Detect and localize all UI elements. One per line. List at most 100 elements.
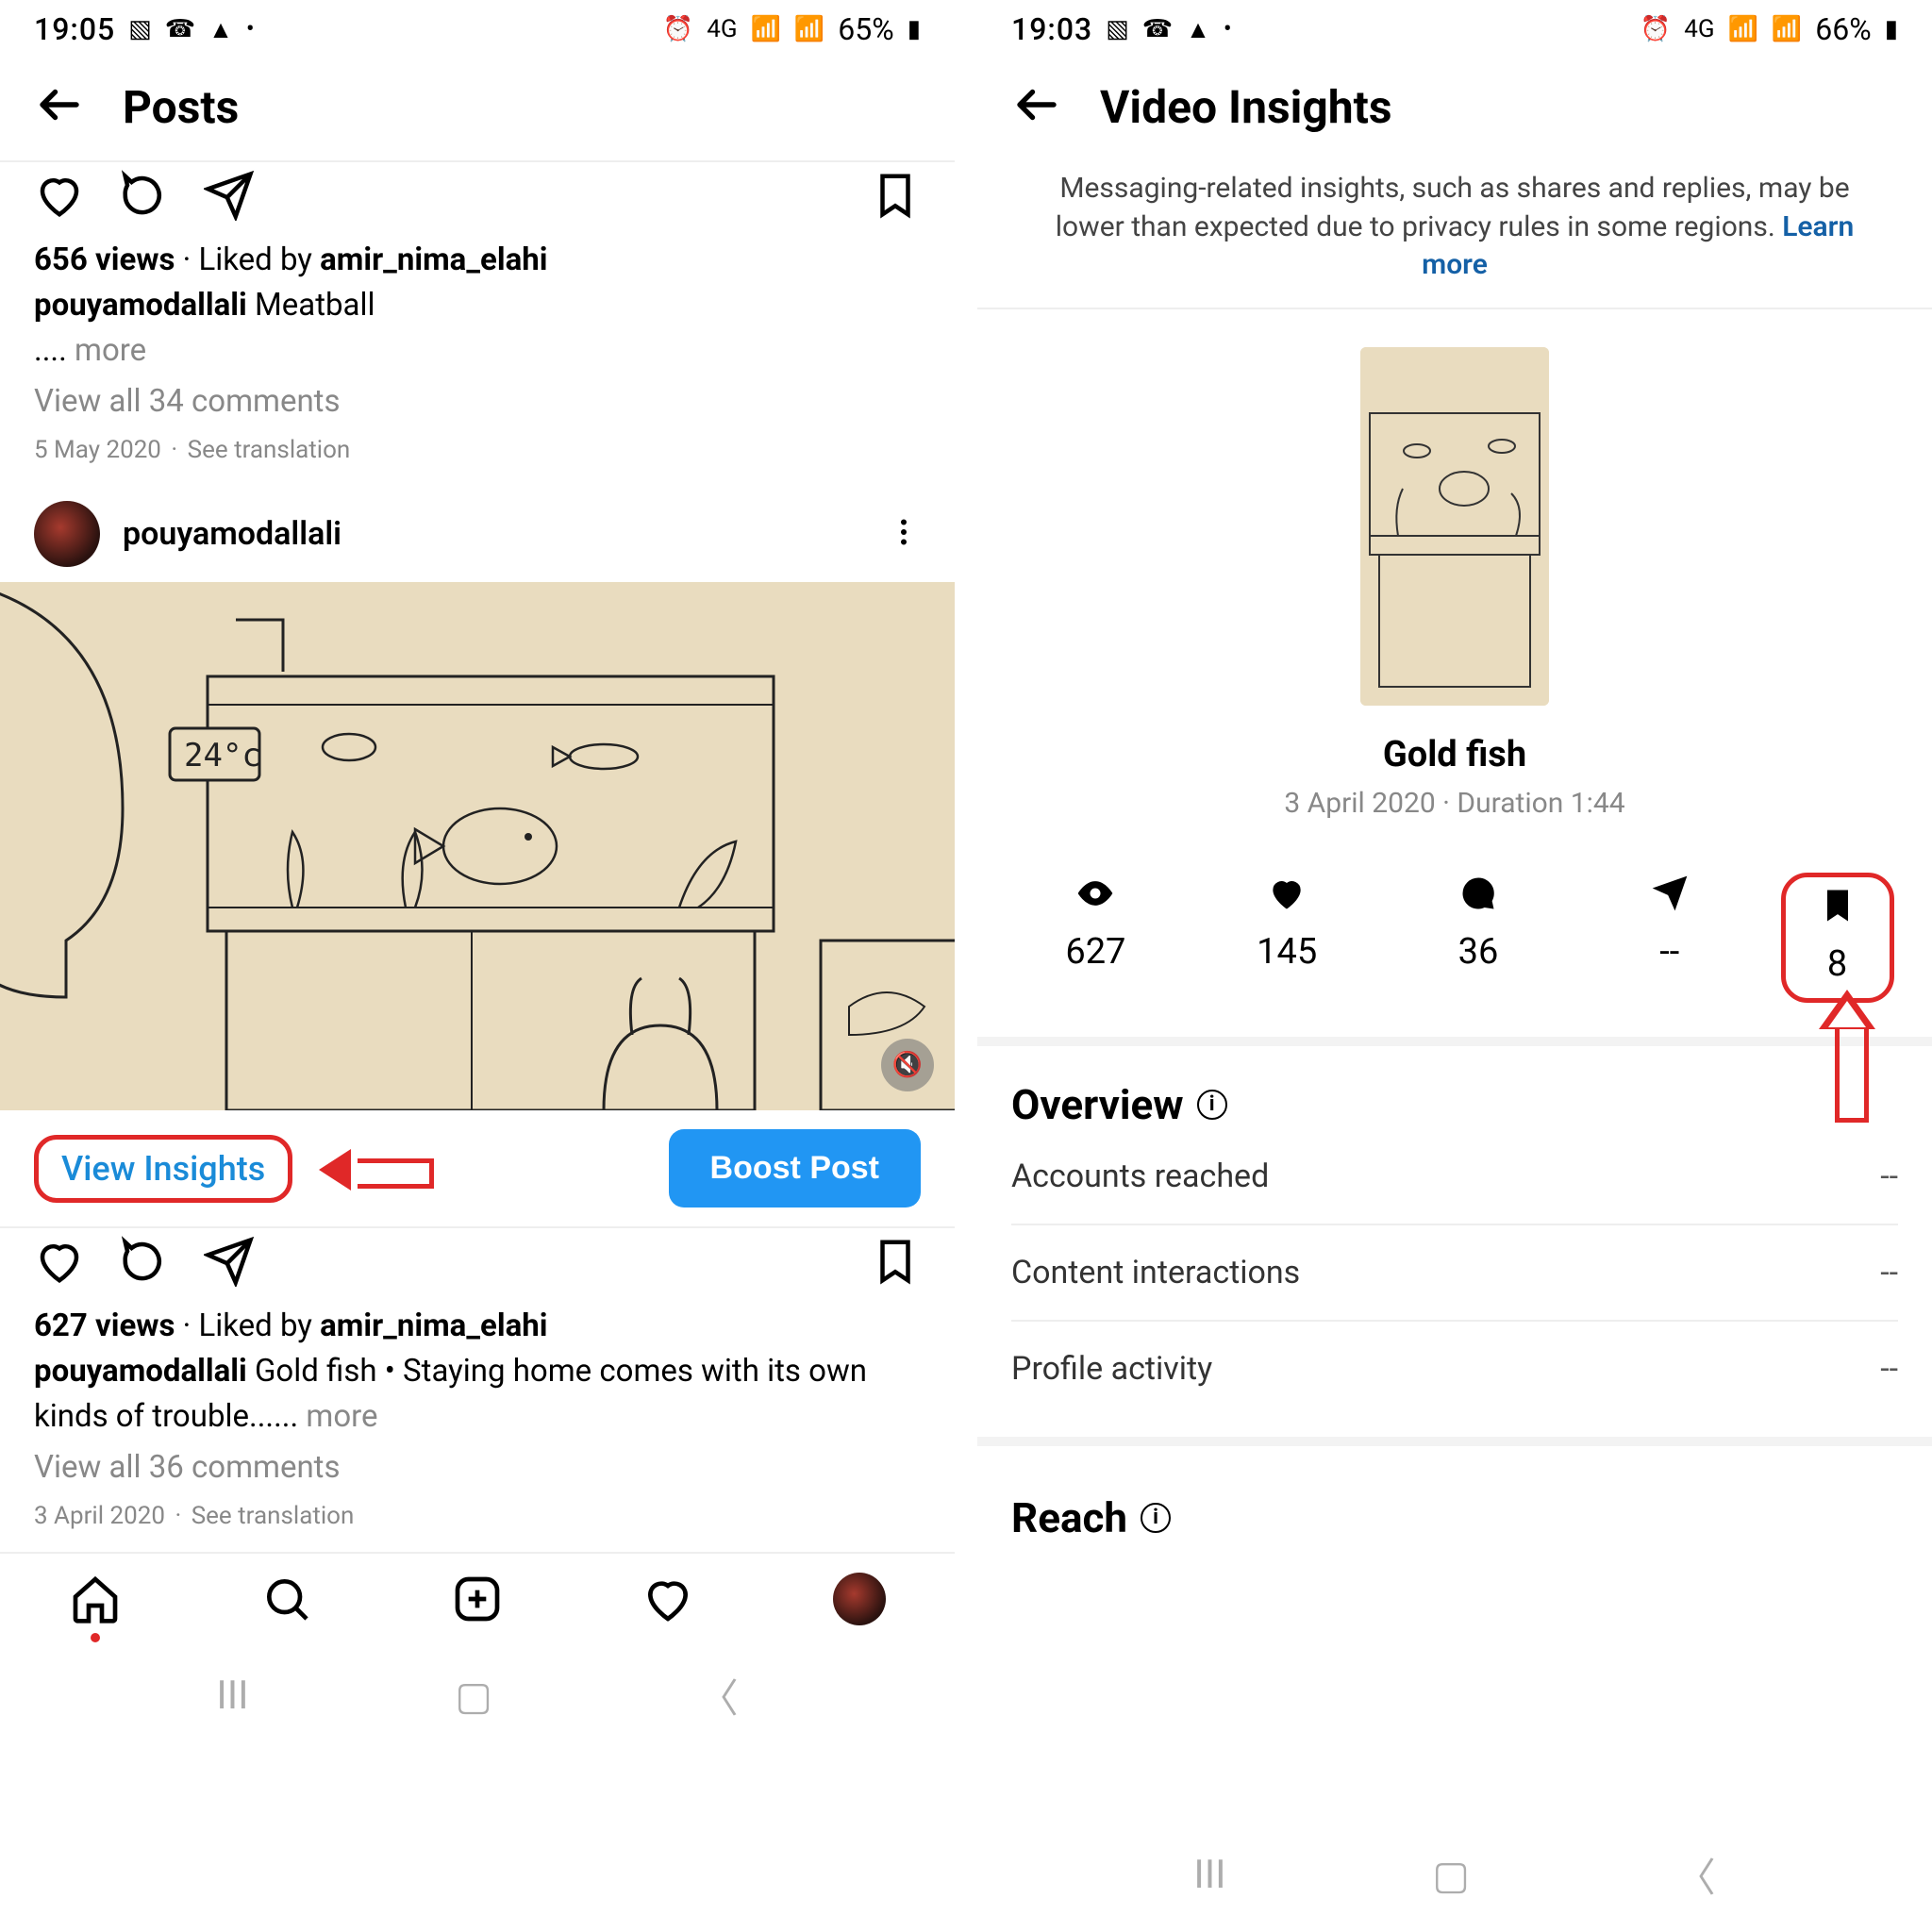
post1-view-comments[interactable]: View all 34 comments xyxy=(34,379,921,425)
post1-caption-text: Meatball xyxy=(255,287,375,324)
boost-post-button[interactable]: Boost Post xyxy=(669,1129,921,1208)
phone-posts: 19:05 ▧ ☎ ▲ • ⏰ 4G 📶 📶 65% ▮ Posts xyxy=(0,0,955,1932)
signal-icon: 📶 xyxy=(1728,15,1758,43)
post2-likedby-prefix: Liked by xyxy=(198,1307,311,1344)
mute-icon[interactable]: 🔇 xyxy=(881,1039,934,1091)
reach-section: Reach i xyxy=(977,1446,1932,1550)
post1-caption-user: pouyamodallali xyxy=(34,287,247,324)
post2-under: View Insights Boost Post xyxy=(0,1110,955,1228)
post1-meta: 656 views · Liked by amir_nima_elahi pou… xyxy=(0,234,955,486)
video-meta: 3 April 2020 · Duration 1:44 xyxy=(1284,787,1624,820)
post2-media[interactable]: 24°c 🔇 xyxy=(0,582,955,1110)
header: Video Insights xyxy=(977,53,1932,160)
sys-back[interactable]: 〈 xyxy=(699,1667,739,1724)
back-button[interactable] xyxy=(1011,79,1062,134)
post2-actions xyxy=(0,1228,955,1300)
avatar[interactable] xyxy=(34,501,100,567)
phone-insights: 19:03 ▧ ☎ ▲ • ⏰ 4G 📶 📶 66% ▮ Video Insig… xyxy=(977,0,1932,1932)
nav-search[interactable] xyxy=(260,1573,313,1629)
post1-more[interactable]: more xyxy=(75,332,146,369)
info-icon[interactable]: i xyxy=(1197,1090,1227,1120)
battery-pct: 65% xyxy=(838,11,893,47)
annotation-arrow-left xyxy=(321,1145,434,1192)
post2-view-comments[interactable]: View all 36 comments xyxy=(34,1445,921,1491)
like-icon[interactable] xyxy=(34,1236,85,1291)
stat-likes-value: 145 xyxy=(1257,931,1317,973)
stat-likes: 145 xyxy=(1207,873,1367,1003)
post2-meta: 627 views · Liked by amir_nima_elahi pou… xyxy=(0,1300,955,1552)
signal-icon: 📶 xyxy=(751,15,781,43)
save-icon[interactable] xyxy=(870,170,921,225)
image-icon: ▧ xyxy=(1106,15,1129,43)
phone-icon: ☎ xyxy=(1142,15,1173,43)
view-insights-link[interactable]: View Insights xyxy=(34,1135,292,1203)
video-title: Gold fish xyxy=(1383,734,1526,775)
battery-icon: ▮ xyxy=(1885,15,1898,43)
annotation-arrow-up xyxy=(1819,990,1875,1122)
post2-likedby-user: amir_nima_elahi xyxy=(320,1307,547,1344)
ov-val: -- xyxy=(1880,1158,1898,1195)
status-bar: 19:05 ▧ ☎ ▲ • ⏰ 4G 📶 📶 65% ▮ xyxy=(0,0,955,53)
stat-saves-value: 8 xyxy=(1827,943,1847,985)
sys-recents[interactable]: III xyxy=(216,1673,248,1719)
share-icon[interactable] xyxy=(204,170,255,225)
alarm-icon: ⏰ xyxy=(663,15,693,43)
network-icon: 4G xyxy=(1684,15,1714,43)
status-time: 19:05 xyxy=(34,11,115,47)
stats-row: 627 145 36 -- 8 xyxy=(977,839,1932,1046)
overview-section: Overview i Accounts reached -- Content i… xyxy=(977,1046,1932,1424)
ov-label: Content interactions xyxy=(1011,1254,1300,1291)
nav-profile[interactable] xyxy=(833,1573,886,1625)
post2-header: pouyamodallali xyxy=(0,486,955,582)
overview-row-profile[interactable]: Profile activity -- xyxy=(1011,1322,1898,1416)
nav-activity[interactable] xyxy=(641,1573,694,1629)
overview-row-reached[interactable]: Accounts reached -- xyxy=(1011,1129,1898,1225)
share-icon[interactable] xyxy=(204,1236,255,1291)
nav-add[interactable] xyxy=(451,1573,504,1629)
overview-row-interactions[interactable]: Content interactions -- xyxy=(1011,1225,1898,1322)
reach-title: Reach xyxy=(1011,1493,1127,1542)
post-more-icon[interactable] xyxy=(887,515,921,553)
back-button[interactable] xyxy=(34,79,85,134)
video-thumbnail[interactable] xyxy=(1360,347,1549,706)
like-icon[interactable] xyxy=(34,170,85,225)
sys-recents[interactable]: III xyxy=(1193,1852,1225,1898)
network-icon: 4G xyxy=(707,15,737,43)
post1-translate[interactable]: See translation xyxy=(188,436,351,464)
comment-icon[interactable] xyxy=(119,170,170,225)
ov-label: Accounts reached xyxy=(1011,1158,1269,1195)
post2-more[interactable]: more xyxy=(306,1398,377,1435)
post1-views: 656 views xyxy=(34,242,175,278)
post2-views: 627 views xyxy=(34,1307,175,1344)
post2-translate[interactable]: See translation xyxy=(192,1502,355,1530)
ov-label: Profile activity xyxy=(1011,1350,1212,1388)
divider xyxy=(977,1437,1932,1446)
nav-home[interactable] xyxy=(69,1573,122,1629)
stat-plays: 627 xyxy=(1015,873,1175,1003)
notice-text: Messaging-related insights, such as shar… xyxy=(1056,172,1850,243)
stat-shares: -- xyxy=(1590,873,1750,1003)
header: Posts xyxy=(0,53,955,160)
stat-shares-value: -- xyxy=(1659,931,1679,973)
post1-actions xyxy=(0,160,955,234)
signal2-icon: 📶 xyxy=(794,15,824,43)
stat-comments-value: 36 xyxy=(1458,931,1499,973)
fishtank-illustration: 24°c xyxy=(0,582,955,1110)
post2-username[interactable]: pouyamodallali xyxy=(123,515,341,553)
sys-home[interactable]: ▢ xyxy=(1432,1852,1470,1899)
android-nav: III ▢ 〈 xyxy=(977,1816,1932,1932)
battery-pct: 66% xyxy=(1815,11,1871,47)
info-icon[interactable]: i xyxy=(1141,1503,1171,1533)
sys-home[interactable]: ▢ xyxy=(455,1673,492,1720)
sys-back[interactable]: 〈 xyxy=(1676,1846,1716,1904)
battery-icon: ▮ xyxy=(908,15,921,43)
post1-likedby-prefix: Liked by xyxy=(198,242,311,278)
post1-ellipsis: .... xyxy=(34,332,67,369)
privacy-notice: Messaging-related insights, such as shar… xyxy=(977,160,1932,309)
save-icon[interactable] xyxy=(870,1236,921,1291)
overview-title: Overview xyxy=(1011,1080,1184,1129)
svg-text:24°c: 24°c xyxy=(184,737,261,774)
phone-icon: ☎ xyxy=(165,15,195,43)
status-time: 19:03 xyxy=(1011,11,1092,47)
comment-icon[interactable] xyxy=(119,1236,170,1291)
